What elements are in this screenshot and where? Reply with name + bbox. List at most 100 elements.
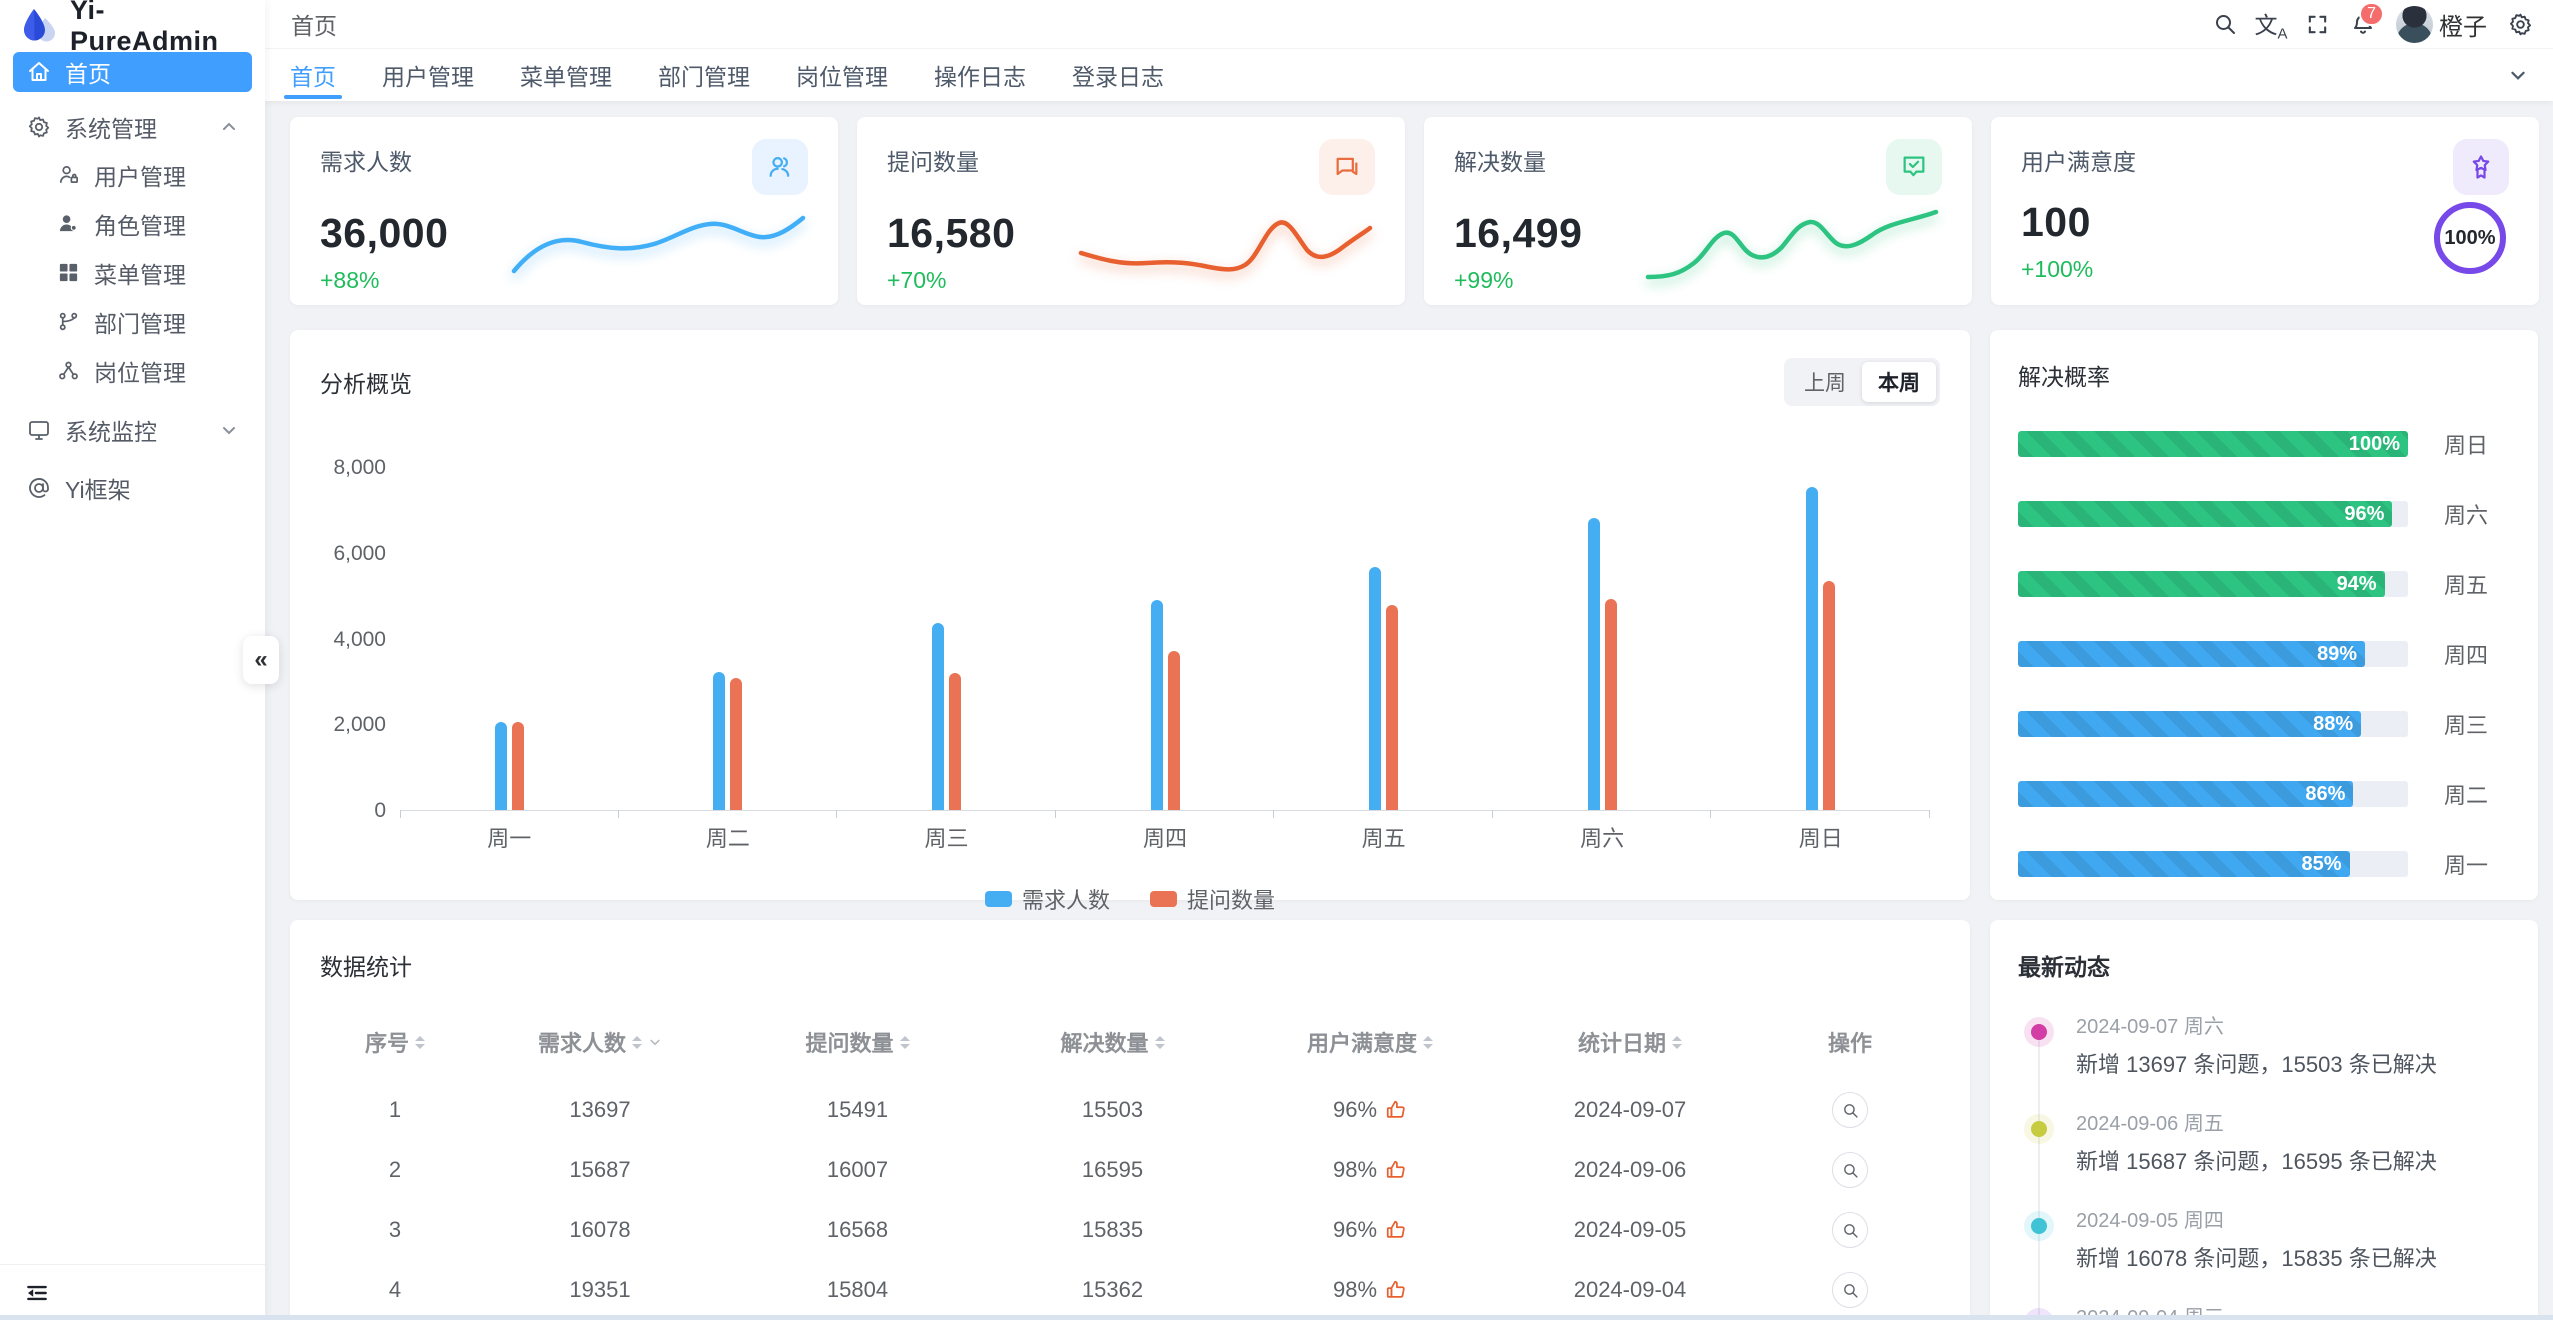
thumb-up-icon [1385, 1219, 1407, 1241]
col-header-date[interactable]: 统计日期 [1500, 1012, 1760, 1080]
progress-track: 94% [2018, 571, 2408, 597]
progress-track: 86% [2018, 781, 2408, 807]
progress-track: 88% [2018, 711, 2408, 737]
sort-caret[interactable] [415, 1036, 425, 1049]
search-icon[interactable] [2202, 1, 2248, 47]
filter-chevron-icon[interactable] [648, 1035, 662, 1049]
timeline-card: 最新动态 2024-09-07 周六 新增 13697 条问题，15503 条已… [1990, 920, 2538, 1320]
gear-icon[interactable] [2497, 1, 2543, 47]
progress-fill: 89% [2018, 641, 2365, 667]
progress-fill: 85% [2018, 851, 2350, 877]
users-icon [752, 139, 808, 195]
app-title: Yi-PureAdmin [70, 0, 247, 57]
notification-badge: 7 [2359, 2, 2384, 26]
stat-card-demand: 需求人数 36,000 +88% [290, 117, 838, 305]
view-row-button[interactable] [1832, 1092, 1868, 1128]
bar-questions [949, 673, 961, 810]
fullscreen-icon[interactable] [2294, 1, 2340, 47]
solve-rate-row: 85% 周一 [2018, 848, 2510, 880]
col-header-solved[interactable]: 解决数量 [985, 1012, 1240, 1080]
y-tick: 0 [374, 799, 386, 823]
sort-caret[interactable] [900, 1036, 910, 1049]
progress-percent: 86% [2305, 781, 2345, 807]
col-header-serial[interactable]: 序号 [320, 1012, 470, 1080]
solve-rate-row: 96% 周六 [2018, 498, 2510, 530]
tabs-more-chevron-icon[interactable] [2508, 65, 2528, 85]
solve-rate-card: 解决概率 100% 周日 96% 周六 94% 周五 89% 周四 88% 周三… [1990, 330, 2538, 900]
tab-op-log[interactable]: 操作日志 [934, 49, 1026, 101]
tab-menu-mgmt[interactable]: 菜单管理 [520, 49, 612, 101]
timeline-dot [2031, 1218, 2047, 1234]
legend-chip [1150, 891, 1177, 907]
col-header-satisfaction[interactable]: 用户满意度 [1240, 1012, 1500, 1080]
view-row-button[interactable] [1832, 1152, 1868, 1188]
bar-demand [932, 623, 944, 810]
legend-item-demand[interactable]: 需求人数 [985, 883, 1110, 915]
sidebar-item-post-mgmt[interactable]: 岗位管理 [13, 346, 252, 395]
username[interactable]: 橙子 [2439, 7, 2487, 42]
view-row-button[interactable] [1832, 1212, 1868, 1248]
tab-user-mgmt[interactable]: 用户管理 [382, 49, 474, 101]
toggle-last-week[interactable]: 上周 [1788, 362, 1862, 402]
timeline-item: 2024-09-06 周五 新增 15687 条问题，16595 条已解决 [2018, 1107, 2510, 1176]
dept-tree-icon [57, 310, 80, 333]
progress-percent: 96% [2344, 501, 2384, 527]
sort-caret[interactable] [1672, 1036, 1682, 1049]
sidebar-item-monitor[interactable]: 系统监控 [13, 407, 252, 453]
x-label: 周二 [619, 821, 838, 853]
collapse-sidebar-icon[interactable] [20, 1276, 54, 1310]
sidebar-item-label: 角色管理 [94, 207, 186, 241]
solve-rate-row: 94% 周五 [2018, 568, 2510, 600]
sidebar-item-system[interactable]: 系统管理 [13, 104, 252, 150]
x-label: 周三 [837, 821, 1056, 853]
user-lock-icon [57, 163, 80, 186]
stat-value: 16,499 [1454, 210, 1582, 257]
bell-icon[interactable]: 7 [2340, 1, 2386, 47]
collapse-panel-button[interactable]: « [243, 636, 279, 684]
legend-item-questions[interactable]: 提问数量 [1150, 883, 1275, 915]
sidebar-item-menu-mgmt[interactable]: 菜单管理 [13, 248, 252, 297]
overview-title: 分析概览 [320, 365, 412, 399]
progress-fill: 94% [2018, 571, 2385, 597]
solve-rate-row: 89% 周四 [2018, 638, 2510, 670]
x-label: 周日 [1711, 821, 1930, 853]
timeline-text: 新增 13697 条问题，15503 条已解决 [2076, 1047, 2510, 1079]
tab-post-mgmt[interactable]: 岗位管理 [796, 49, 888, 101]
col-header-questions[interactable]: 提问数量 [730, 1012, 985, 1080]
progress-percent: 100% [2349, 431, 2400, 457]
stat-value: 100 [2021, 199, 2093, 246]
thumb-up-icon [1385, 1159, 1407, 1181]
y-tick: 6,000 [333, 542, 386, 566]
toggle-this-week[interactable]: 本周 [1862, 362, 1936, 402]
app-logo[interactable]: Yi-PureAdmin [0, 0, 265, 52]
progress-day-label: 周二 [2444, 778, 2510, 810]
avatar[interactable] [2396, 6, 2433, 43]
progress-percent: 89% [2317, 641, 2357, 667]
x-label: 周六 [1493, 821, 1712, 853]
view-row-button[interactable] [1832, 1272, 1868, 1308]
sidebar-item-role-mgmt[interactable]: 角色管理 [13, 199, 252, 248]
sidebar-item-framework[interactable]: Yi框架 [13, 465, 252, 511]
col-header-demand[interactable]: 需求人数 [470, 1012, 730, 1080]
star-medal-icon [2453, 139, 2509, 195]
tab-login-log[interactable]: 登录日志 [1072, 49, 1164, 101]
tab-home[interactable]: 首页 [290, 49, 336, 101]
monitor-icon [27, 418, 51, 442]
progress-fill: 96% [2018, 501, 2392, 527]
topbar: 首页 文A 7 橙子 [265, 0, 2553, 49]
sort-caret[interactable] [1423, 1036, 1433, 1049]
translate-icon[interactable]: 文A [2248, 1, 2294, 47]
progress-percent: 85% [2301, 851, 2341, 877]
sidebar-item-home[interactable]: 首页 [13, 52, 252, 92]
stat-title: 用户满意度 [2021, 143, 2136, 177]
sidebar-item-dept-mgmt[interactable]: 部门管理 [13, 297, 252, 346]
sidebar-item-user-mgmt[interactable]: 用户管理 [13, 150, 252, 199]
tabbar: 首页 用户管理 菜单管理 部门管理 岗位管理 操作日志 登录日志 [265, 49, 2553, 101]
bar-group [619, 468, 838, 810]
y-tick: 2,000 [333, 713, 386, 737]
sort-caret[interactable] [632, 1036, 642, 1049]
sort-caret[interactable] [1155, 1036, 1165, 1049]
tab-dept-mgmt[interactable]: 部门管理 [658, 49, 750, 101]
horizontal-scrollbar[interactable] [0, 1315, 2553, 1320]
menu-grid-icon [57, 261, 80, 284]
